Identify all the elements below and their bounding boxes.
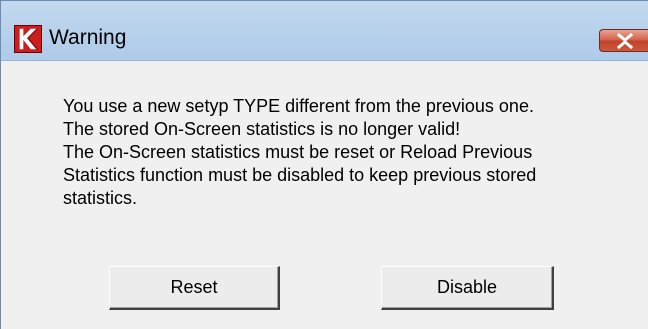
app-logo-icon [14, 25, 42, 53]
message-line: The On-Screen statistics must be reset o… [63, 142, 533, 162]
warning-dialog: Warning You use a new setyp TYPE differe… [0, 0, 648, 329]
dialog-body: You use a new setyp TYPE different from … [1, 61, 648, 329]
warning-message: You use a new setyp TYPE different from … [63, 95, 643, 210]
window-title: Warning [49, 26, 127, 49]
message-line: statistics. [63, 188, 138, 208]
message-line: You use a new setyp TYPE different from … [63, 96, 534, 116]
close-icon [616, 33, 634, 49]
disable-button[interactable]: Disable [381, 266, 554, 310]
title-bar[interactable]: Warning [1, 1, 648, 61]
message-line: Statistics function must be disabled to … [63, 165, 537, 185]
reset-button[interactable]: Reset [109, 266, 280, 310]
message-line: The stored On-Screen statistics is no lo… [63, 119, 461, 139]
close-button[interactable] [599, 29, 648, 52]
